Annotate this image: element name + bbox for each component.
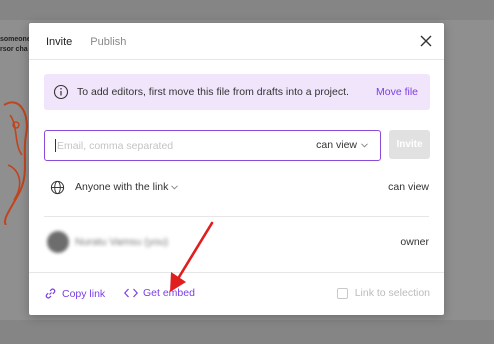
annotation-arrow-icon <box>170 221 214 292</box>
link-access-select[interactable]: Anyone with the link <box>75 181 179 193</box>
link-permission-select[interactable]: can view <box>388 181 429 193</box>
share-dialog: Invite Publish To add editors, first mov… <box>29 23 444 315</box>
dialog-footer: Copy link Get embed Link to selection <box>29 285 444 305</box>
tab-publish[interactable]: Publish <box>90 36 126 48</box>
drafts-notice: To add editors, first move this file fro… <box>44 74 430 110</box>
link-icon <box>45 288 56 299</box>
chevron-down-icon <box>361 142 368 148</box>
notice-text: To add editors, first move this file fro… <box>77 86 349 98</box>
member-role: owner <box>400 236 429 248</box>
link-to-selection-checkbox[interactable] <box>336 287 348 299</box>
move-file-link[interactable]: Move file <box>376 86 418 98</box>
background-text: rsor cha <box>0 46 28 53</box>
close-icon[interactable] <box>419 34 433 48</box>
link-to-selection-label: Link to selection <box>354 287 430 299</box>
copy-link-button[interactable]: Copy link <box>44 287 105 300</box>
email-field[interactable]: can view <box>44 130 381 161</box>
divider <box>44 216 429 217</box>
link-access-label: Anyone with the link <box>75 181 169 193</box>
text-cursor <box>55 139 56 152</box>
email-input[interactable] <box>57 139 287 152</box>
dialog-tabs: Invite Publish <box>46 36 126 48</box>
chevron-down-icon <box>171 184 179 190</box>
invite-permission-label: can view <box>316 139 357 151</box>
link-access-row: Anyone with the link can view <box>50 177 429 197</box>
divider <box>29 59 444 60</box>
avatar <box>47 231 69 253</box>
globe-icon <box>50 180 65 194</box>
member-name: Nuratu Vamsu (you) <box>75 236 169 248</box>
info-icon <box>53 84 69 100</box>
invite-permission-select[interactable]: can view <box>316 139 368 151</box>
link-to-selection-toggle[interactable]: Link to selection <box>336 287 430 299</box>
copy-link-label: Copy link <box>62 287 106 300</box>
invite-button[interactable]: Invite <box>389 130 430 159</box>
divider <box>29 272 444 273</box>
code-icon <box>124 288 138 298</box>
background-text: someone <box>0 36 31 43</box>
member-row: Nuratu Vamsu (you) owner <box>47 231 429 253</box>
tab-invite[interactable]: Invite <box>46 36 72 48</box>
